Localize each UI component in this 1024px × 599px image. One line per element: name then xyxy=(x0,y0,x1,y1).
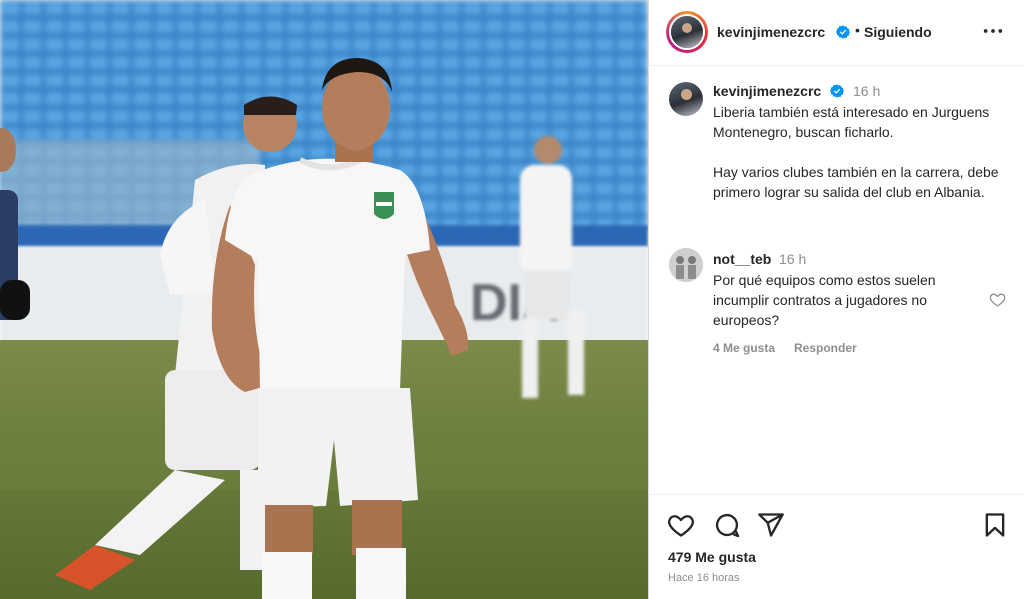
comment-text: Por qué equipos como estos suelen incump… xyxy=(713,272,936,328)
author-avatar[interactable] xyxy=(669,14,705,50)
post-photo-scene: DIA xyxy=(0,0,648,599)
share-icon[interactable] xyxy=(757,511,785,539)
author-username[interactable]: kevinjimenezcrc xyxy=(717,24,825,40)
caption-timestamp[interactable]: 16 h xyxy=(853,83,880,99)
reply-button[interactable]: Responder xyxy=(794,341,857,355)
post-timestamp[interactable]: Hace 16 horas xyxy=(668,572,740,584)
heart-icon[interactable] xyxy=(667,511,695,539)
commenter-avatar-image xyxy=(669,248,703,282)
author-avatar-story-ring[interactable] xyxy=(666,11,708,53)
comment-likes[interactable]: 4 Me gusta xyxy=(713,341,775,355)
commenter-username[interactable]: not__teb xyxy=(713,251,771,267)
post-photo[interactable]: DIA xyxy=(0,0,648,599)
comment-timestamp[interactable]: 16 h xyxy=(779,251,806,267)
bookmark-icon[interactable] xyxy=(981,511,1009,539)
more-options-icon[interactable] xyxy=(982,20,1004,42)
comment-icon[interactable] xyxy=(713,511,741,539)
header-separator: • xyxy=(855,22,860,38)
post-header: kevinjimenezcrc • Siguiendo xyxy=(649,0,1024,66)
following-button[interactable]: Siguiendo xyxy=(864,24,932,40)
caption-text: Liberia también está interesado en Jurgu… xyxy=(713,104,999,200)
caption-author-avatar[interactable] xyxy=(669,82,703,116)
caption-username[interactable]: kevinjimenezcrc xyxy=(713,83,821,99)
post-actions: 479 Me gusta Hace 16 horas xyxy=(649,494,1024,599)
verified-badge-icon xyxy=(830,84,844,98)
verified-badge-icon xyxy=(836,25,850,39)
commenter-avatar[interactable] xyxy=(669,248,703,282)
post-details-panel: kevinjimenezcrc • Siguiendo kevinjimenez… xyxy=(648,0,1024,599)
comment-heart-icon[interactable] xyxy=(989,291,1006,308)
post-likes-count[interactable]: 479 Me gusta xyxy=(668,549,756,565)
